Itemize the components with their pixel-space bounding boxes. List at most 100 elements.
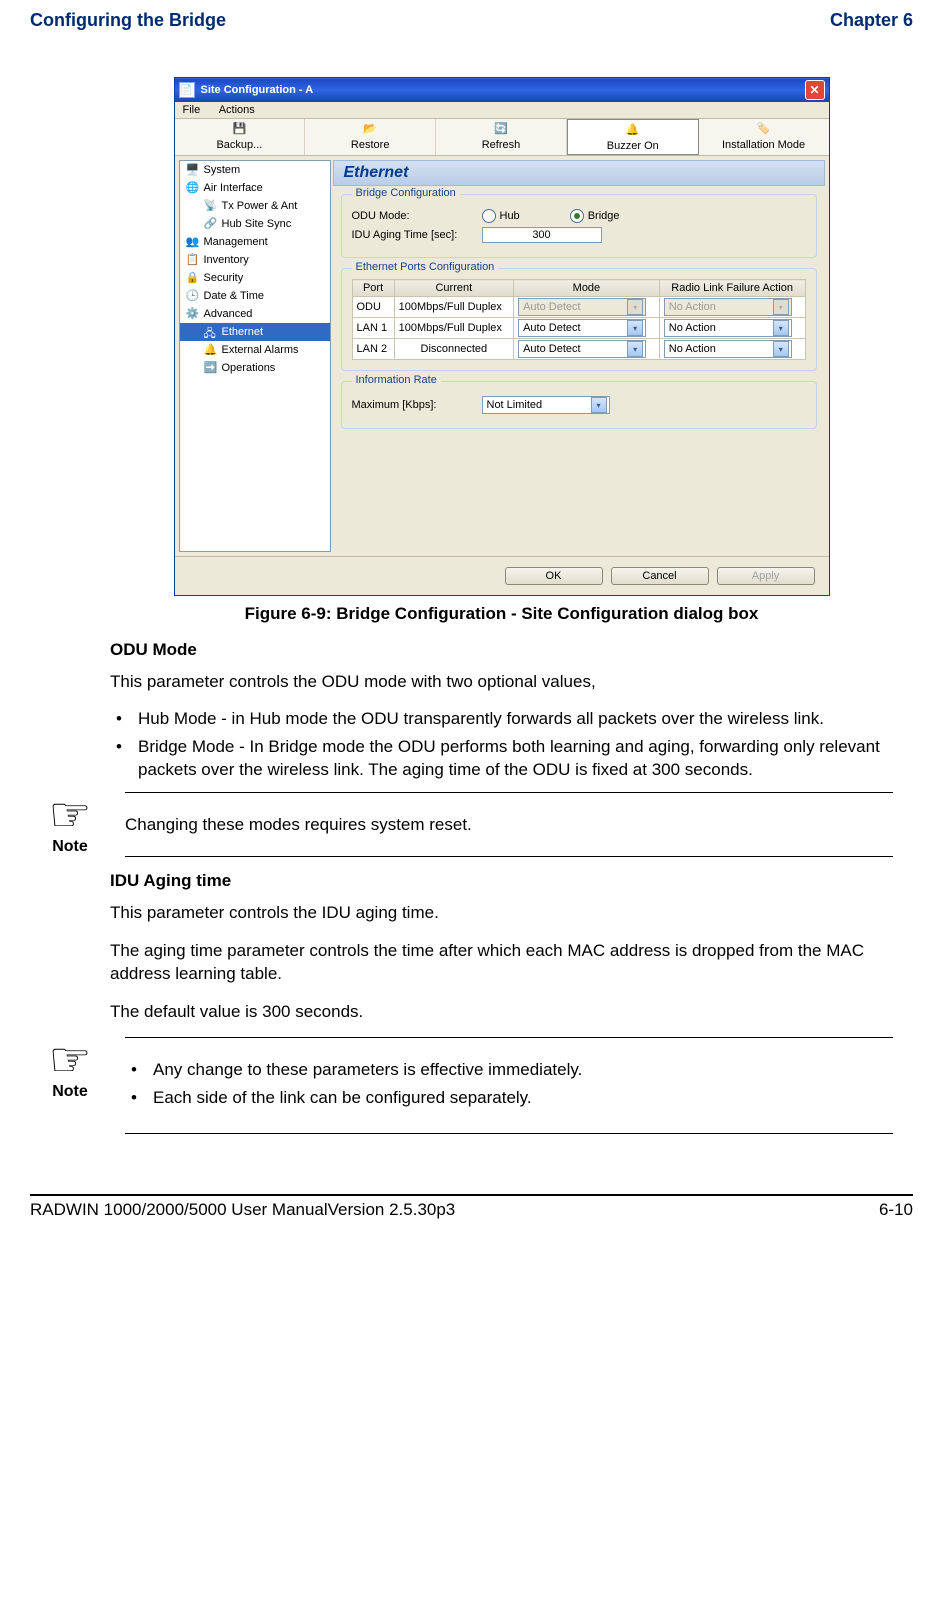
table-row: LAN 1 100Mbps/Full Duplex Auto Detect▾ N… [352, 318, 805, 339]
main-panel: Ethernet Bridge Configuration ODU Mode: … [333, 160, 825, 552]
management-icon: 👥 [186, 235, 200, 249]
header-left: Configuring the Bridge [30, 10, 226, 31]
idu-p1: This parameter controls the IDU aging ti… [110, 901, 893, 924]
bridge-config-legend: Bridge Configuration [352, 187, 460, 199]
ethernet-icon: 🖧 [204, 325, 218, 339]
table-row: ODU 100Mbps/Full Duplex Auto Detect▾ No … [352, 297, 805, 318]
action-combo-lan2[interactable]: No Action▾ [664, 340, 792, 358]
col-current: Current [394, 280, 513, 297]
titlebar: 📄 Site Configuration - A ✕ [175, 78, 829, 102]
menu-file[interactable]: File [183, 104, 201, 116]
max-kbps-combo[interactable]: Not Limited▾ [482, 396, 610, 414]
list-item: Hub Mode - in Hub mode the ODU transpare… [138, 707, 893, 730]
window-title: Site Configuration - A [201, 84, 805, 96]
note-body: Changing these modes requires system res… [125, 792, 893, 857]
action-combo-odu: No Action▾ [664, 298, 792, 316]
toolbar-refresh[interactable]: 🔄Refresh [436, 119, 567, 155]
pointing-hand-icon: ☞ [35, 792, 105, 840]
figure-caption: Figure 6-9: Bridge Configuration - Site … [110, 604, 893, 624]
sidebar-item-system[interactable]: 🖥️System [180, 161, 330, 179]
sidebar-item-tx-power[interactable]: 📡Tx Power & Ant [180, 197, 330, 215]
sync-icon: 🔗 [204, 217, 218, 231]
app-icon: 📄 [179, 82, 195, 98]
idu-aging-input[interactable]: 300 [482, 227, 602, 243]
col-port: Port [352, 280, 394, 297]
toolbar-install-mode[interactable]: 🏷️Installation Mode [699, 119, 829, 155]
security-icon: 🔒 [186, 271, 200, 285]
note-2: ☞ Note Any change to these parameters is… [35, 1037, 893, 1134]
refresh-icon: 🔄 [493, 122, 509, 138]
install-icon: 🏷️ [756, 122, 772, 138]
sidebar-item-management[interactable]: 👥Management [180, 233, 330, 251]
clock-icon: 🕒 [186, 289, 200, 303]
dialog-buttons: OK Cancel Apply [175, 556, 829, 595]
ports-legend: Ethernet Ports Configuration [352, 261, 499, 273]
sidebar-item-date-time[interactable]: 🕒Date & Time [180, 287, 330, 305]
mode-combo-odu: Auto Detect▾ [518, 298, 646, 316]
sidebar-item-ethernet[interactable]: 🖧Ethernet [180, 323, 330, 341]
table-row: LAN 2 Disconnected Auto Detect▾ No Actio… [352, 339, 805, 360]
cancel-button[interactable]: Cancel [611, 567, 709, 585]
operations-icon: ➡️ [204, 361, 218, 375]
footer-left: RADWIN 1000/2000/5000 User ManualVersion… [30, 1200, 455, 1220]
apply-button: Apply [717, 567, 815, 585]
chevron-down-icon: ▾ [627, 341, 643, 357]
header-right: Chapter 6 [830, 10, 913, 31]
action-combo-lan1[interactable]: No Action▾ [664, 319, 792, 337]
note-1: ☞ Note Changing these modes requires sys… [35, 792, 893, 857]
information-rate-group: Information Rate Maximum [Kbps]: Not Lim… [341, 381, 817, 429]
sidebar-item-security[interactable]: 🔒Security [180, 269, 330, 287]
inventory-icon: 📋 [186, 253, 200, 267]
info-rate-legend: Information Rate [352, 374, 441, 386]
menu-bar: File Actions [175, 102, 829, 119]
sidebar-item-advanced[interactable]: ⚙️Advanced [180, 305, 330, 323]
panel-title: Ethernet [333, 160, 825, 186]
menu-actions[interactable]: Actions [219, 104, 255, 116]
globe-icon: 🌐 [186, 181, 200, 195]
idu-aging-heading: IDU Aging time [110, 871, 893, 891]
restore-icon: 📂 [362, 122, 378, 138]
antenna-icon: 📡 [204, 199, 218, 213]
alarm-icon: 🔔 [204, 343, 218, 357]
col-mode: Mode [514, 280, 660, 297]
ports-table: Port Current Mode Radio Link Failure Act… [352, 279, 806, 360]
sidebar: 🖥️System 🌐Air Interface 📡Tx Power & Ant … [179, 160, 331, 552]
close-icon[interactable]: ✕ [805, 80, 825, 100]
odu-mode-label: ODU Mode: [352, 210, 482, 222]
chevron-down-icon: ▾ [627, 299, 643, 315]
idu-p2: The aging time parameter controls the ti… [110, 939, 893, 986]
toolbar-backup[interactable]: 💾Backup... [175, 119, 306, 155]
sidebar-item-operations[interactable]: ➡️Operations [180, 359, 330, 377]
chevron-down-icon: ▾ [627, 320, 643, 336]
ok-button[interactable]: OK [505, 567, 603, 585]
sidebar-item-air-interface[interactable]: 🌐Air Interface [180, 179, 330, 197]
toolbar-buzzer[interactable]: 🔔Buzzer On [567, 119, 699, 155]
sidebar-item-hub-site-sync[interactable]: 🔗Hub Site Sync [180, 215, 330, 233]
sidebar-item-external-alarms[interactable]: 🔔External Alarms [180, 341, 330, 359]
odu-mode-hub-radio[interactable]: Hub [482, 209, 520, 223]
note-body: Any change to these parameters is effect… [125, 1037, 893, 1134]
footer-right: 6-10 [879, 1200, 913, 1220]
odu-mode-heading: ODU Mode [110, 640, 893, 660]
sidebar-item-inventory[interactable]: 📋Inventory [180, 251, 330, 269]
save-icon: 💾 [231, 122, 247, 138]
odu-mode-bullets: Hub Mode - in Hub mode the ODU transpare… [110, 707, 893, 781]
chevron-down-icon: ▾ [773, 299, 789, 315]
idu-aging-label: IDU Aging Time [sec]: [352, 229, 482, 241]
site-configuration-dialog: 📄 Site Configuration - A ✕ File Actions … [174, 77, 830, 596]
toolbar-restore[interactable]: 📂Restore [305, 119, 436, 155]
chevron-down-icon: ▾ [773, 341, 789, 357]
system-icon: 🖥️ [186, 163, 200, 177]
odu-mode-bridge-radio[interactable]: Bridge [570, 209, 620, 223]
chevron-down-icon: ▾ [773, 320, 789, 336]
list-item: Any change to these parameters is effect… [153, 1058, 893, 1081]
buzzer-icon: 🔔 [625, 123, 641, 139]
idu-p3: The default value is 300 seconds. [110, 1000, 893, 1023]
toolbar: 💾Backup... 📂Restore 🔄Refresh 🔔Buzzer On … [175, 119, 829, 156]
chevron-down-icon: ▾ [591, 397, 607, 413]
mode-combo-lan2[interactable]: Auto Detect▾ [518, 340, 646, 358]
max-kbps-label: Maximum [Kbps]: [352, 399, 482, 411]
list-item: Bridge Mode - In Bridge mode the ODU per… [138, 735, 893, 782]
mode-combo-lan1[interactable]: Auto Detect▾ [518, 319, 646, 337]
pointing-hand-icon: ☞ [35, 1037, 105, 1085]
